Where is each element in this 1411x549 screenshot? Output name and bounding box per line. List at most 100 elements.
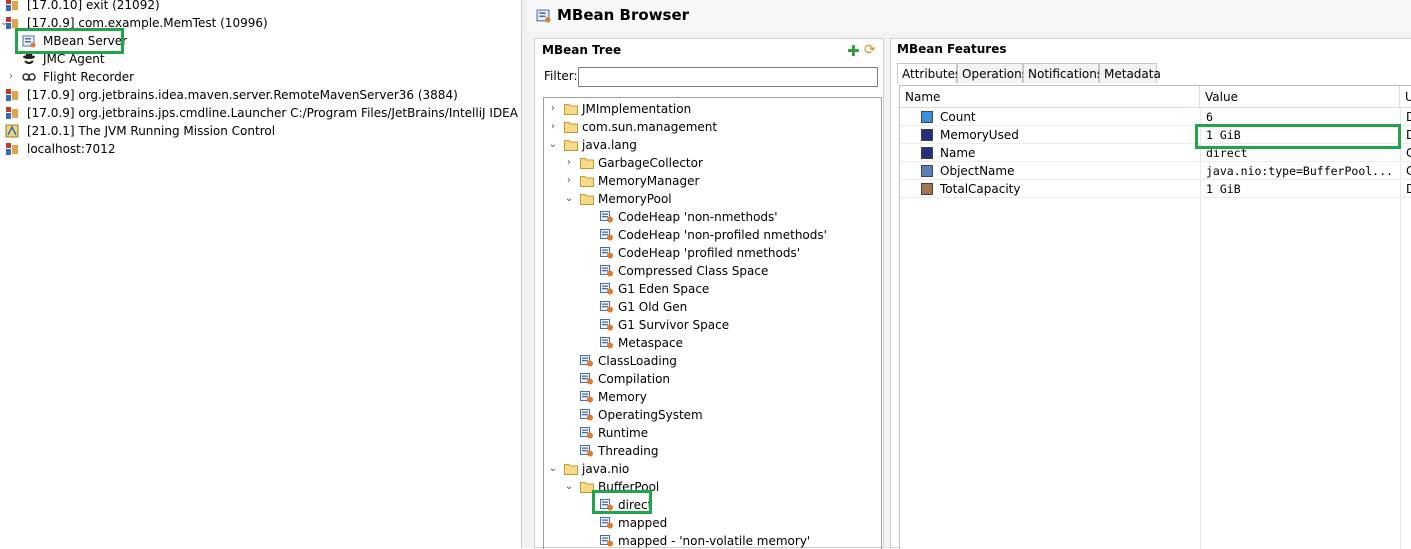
chevron-right-icon[interactable]: › bbox=[548, 118, 558, 136]
tree-node-label: CodeHeap 'non-profiled nmethods' bbox=[618, 228, 827, 242]
tree-node[interactable]: CodeHeap 'non-nmethods' bbox=[544, 208, 874, 226]
tree-node-label: Compressed Class Space bbox=[618, 264, 769, 278]
jvm-row[interactable]: [17.0.10] exit (21092) bbox=[0, 0, 520, 14]
jmc-agent-item[interactable]: JMC Agent bbox=[0, 50, 520, 68]
attribute-icon bbox=[921, 111, 933, 123]
add-icon[interactable]: ✚ bbox=[847, 42, 860, 60]
jvm-browser-panel: [17.0.10] exit (21092) ⌄ [17.0.9] com.ex… bbox=[0, 0, 521, 548]
tree-node-label: ClassLoading bbox=[598, 354, 677, 368]
mbean-icon bbox=[600, 517, 613, 529]
attribute-extra: D bbox=[1406, 108, 1411, 126]
attribute-value[interactable]: 6 bbox=[1206, 108, 1213, 126]
tab-attributes[interactable]: Attributes bbox=[897, 63, 961, 84]
editor-title: MBean Browser bbox=[557, 6, 690, 24]
attribute-extra: C bbox=[1406, 162, 1411, 180]
tree-node[interactable]: ⌄ java.nio bbox=[544, 460, 874, 478]
tree-node[interactable]: OperatingSystem bbox=[544, 406, 874, 424]
tree-node[interactable]: Memory bbox=[544, 388, 874, 406]
tree-node-label: direct bbox=[618, 498, 653, 512]
jvm-label: MBean Server bbox=[43, 34, 128, 48]
attribute-row[interactable]: Count 6 D bbox=[900, 108, 1411, 126]
filter-input[interactable] bbox=[578, 67, 878, 87]
jvm-row[interactable]: localhost:7012 bbox=[0, 140, 520, 158]
editor-header: MBean Browser bbox=[527, 0, 1411, 32]
chevron-down-icon[interactable]: ⌄ bbox=[564, 190, 574, 208]
mbean-tree[interactable]: › JMImplementation › com.sun.management ⌄ jav… bbox=[543, 97, 882, 549]
tree-node[interactable]: › GarbageCollector bbox=[544, 154, 874, 172]
tree-node-label: Metaspace bbox=[618, 336, 683, 350]
tree-node[interactable]: CodeHeap 'profiled nmethods' bbox=[544, 244, 874, 262]
attribute-row[interactable]: Name direct C bbox=[900, 144, 1411, 162]
attribute-value[interactable]: 1 GiB bbox=[1206, 180, 1241, 198]
tab-notifications[interactable]: Notifications bbox=[1023, 63, 1103, 83]
column-header-value[interactable]: Value bbox=[1200, 86, 1400, 108]
tree-node[interactable]: CodeHeap 'non-profiled nmethods' bbox=[544, 226, 874, 244]
tab-metadata[interactable]: Metadata bbox=[1099, 63, 1161, 83]
chevron-right-icon[interactable]: › bbox=[548, 100, 558, 118]
attribute-row[interactable]: TotalCapacity 1 GiB D bbox=[900, 180, 1411, 198]
attribute-icon bbox=[921, 129, 933, 141]
tree-node[interactable]: G1 Old Gen bbox=[544, 298, 874, 316]
tree-node[interactable]: ClassLoading bbox=[544, 352, 874, 370]
tree-node[interactable]: › JMImplementation bbox=[544, 100, 874, 118]
folder-icon bbox=[580, 158, 594, 169]
tree-node[interactable]: mapped bbox=[544, 514, 874, 532]
tree-node-label: Memory bbox=[598, 390, 647, 404]
tree-node[interactable]: › MemoryManager bbox=[544, 172, 874, 190]
tree-node[interactable]: G1 Eden Space bbox=[544, 280, 874, 298]
attribute-name: Count bbox=[940, 110, 976, 124]
attribute-value[interactable]: direct bbox=[1206, 144, 1248, 162]
tree-node-label: Compilation bbox=[598, 372, 671, 386]
jvm-row[interactable]: [17.0.9] org.jetbrains.idea.maven.server… bbox=[0, 86, 520, 104]
mbean-features-panel: MBean Features Attributes Operations Not… bbox=[890, 38, 1411, 549]
tree-node-label: JMImplementation bbox=[582, 102, 692, 116]
folder-icon bbox=[564, 104, 578, 115]
mbean-icon bbox=[580, 427, 593, 439]
tree-node[interactable]: Metaspace bbox=[544, 334, 874, 352]
jvm-row[interactable]: ⌄ [17.0.9] com.example.MemTest (10996) bbox=[0, 14, 520, 32]
jvm-row[interactable]: [17.0.9] org.jetbrains.jps.cmdline.Launc… bbox=[0, 104, 520, 122]
jvm-icon bbox=[6, 0, 18, 11]
refresh-icon[interactable]: ⟳ bbox=[864, 42, 876, 58]
tree-node[interactable]: ⌄ java.lang bbox=[544, 136, 874, 154]
attribute-value[interactable]: 1 GiB bbox=[1206, 126, 1241, 144]
tree-node-label: java.lang bbox=[582, 138, 637, 152]
column-header-extra[interactable]: U bbox=[1400, 86, 1411, 108]
tree-node[interactable]: › com.sun.management bbox=[544, 118, 874, 136]
chevron-down-icon[interactable]: ⌄ bbox=[548, 136, 558, 154]
tree-node-label: CodeHeap 'profiled nmethods' bbox=[618, 246, 801, 260]
tree-node[interactable]: G1 Survivor Space bbox=[544, 316, 874, 334]
tree-node[interactable]: ⌄ MemoryPool bbox=[544, 190, 874, 208]
folder-icon bbox=[580, 194, 594, 205]
chevron-down-icon[interactable]: ⌄ bbox=[548, 460, 558, 478]
tab-operations[interactable]: Operations bbox=[957, 63, 1028, 83]
attribute-row[interactable]: MemoryUsed 1 GiB D bbox=[900, 126, 1411, 144]
tree-node[interactable]: Runtime bbox=[544, 424, 874, 442]
panel-title: MBean Tree bbox=[542, 43, 622, 57]
chevron-down-icon[interactable]: ⌄ bbox=[564, 478, 574, 496]
mbean-server-item[interactable]: MBean Server bbox=[0, 32, 520, 50]
tree-node[interactable]: direct bbox=[544, 496, 874, 514]
chevron-right-icon[interactable]: › bbox=[9, 68, 13, 86]
attribute-row[interactable]: ObjectName java.nio:type=BufferPool... C bbox=[900, 162, 1411, 180]
tree-node-label: java.nio bbox=[582, 462, 630, 476]
sort-up-icon: ⌃ bbox=[1046, 85, 1054, 92]
chevron-right-icon[interactable]: › bbox=[564, 172, 574, 190]
folder-icon bbox=[580, 482, 594, 493]
attribute-extra: D bbox=[1406, 180, 1411, 198]
tree-node[interactable]: mapped - 'non-volatile memory' bbox=[544, 532, 874, 549]
attribute-name: Name bbox=[940, 146, 976, 160]
jvm-icon bbox=[6, 107, 18, 119]
tree-node[interactable]: Threading bbox=[544, 442, 874, 460]
flight-recorder-item[interactable]: › Flight Recorder bbox=[0, 68, 520, 86]
chevron-right-icon[interactable]: › bbox=[564, 154, 574, 172]
tree-node-label: mapped bbox=[618, 516, 668, 530]
tree-node[interactable]: Compressed Class Space bbox=[544, 262, 874, 280]
tree-node-label: OperatingSystem bbox=[598, 408, 703, 422]
jvm-row[interactable]: [21.0.1] The JVM Running Mission Control bbox=[0, 122, 520, 140]
tree-node[interactable]: Compilation bbox=[544, 370, 874, 388]
mbean-icon bbox=[600, 319, 613, 331]
tree-node[interactable]: ⌄ BufferPool bbox=[544, 478, 874, 496]
attribute-value[interactable]: java.nio:type=BufferPool... bbox=[1206, 162, 1393, 180]
tree-node-label: MemoryPool bbox=[598, 192, 672, 206]
